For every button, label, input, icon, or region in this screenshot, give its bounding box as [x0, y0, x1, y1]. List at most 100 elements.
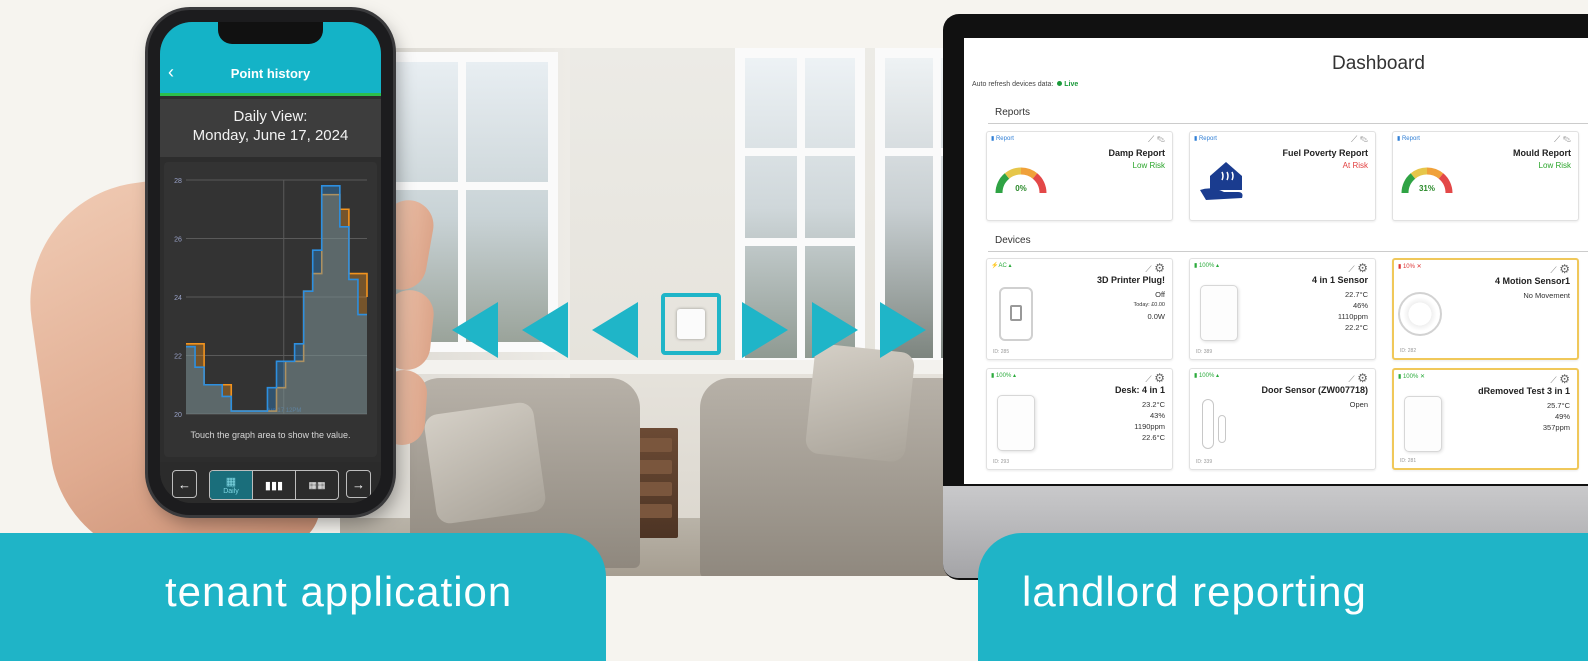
chart-settings-icons[interactable]: ⟋ ⚙: [1348, 261, 1368, 275]
landlord-banner-label: landlord reporting: [1022, 568, 1367, 615]
report-status: At Risk: [1342, 161, 1368, 170]
report-status: Low Risk: [1132, 161, 1165, 170]
gear-icon: ⚙: [1357, 261, 1368, 275]
live-label: Live: [1064, 81, 1079, 88]
device-readings: 23.2°C 43% 1190ppm 22.6°C: [1134, 400, 1165, 442]
daily-view-label: Daily: [223, 488, 239, 495]
chart-settings-icons[interactable]: ⟋ ⚙: [1145, 371, 1165, 385]
battery-badge: ▮ 100% ▴: [1194, 263, 1220, 269]
weekly-view-button[interactable]: ▮▮▮: [253, 471, 296, 499]
arrow-left-icon: [522, 302, 568, 358]
y-tick-label: 22: [174, 354, 182, 361]
report-card-mould[interactable]: ▮ Report ⟋ ✎ Mould Report Low Risk 31%: [1392, 131, 1579, 221]
gauge-value: 0%: [1015, 184, 1027, 193]
device-card-desk-4-in-1[interactable]: ▮ 100% ▴ ⟋ ⚙ Desk: 4 in 1 23.2°C 43% 119…: [986, 368, 1173, 470]
auto-refresh-label: Auto refresh devices data:: [972, 81, 1054, 88]
device-card-door-sensor[interactable]: ▮ 100% ▴ ⟋ ⚙ Door Sensor (ZW007718) Open…: [1189, 368, 1376, 470]
sensor-panel-image: [997, 395, 1035, 451]
report-status: Low Risk: [1538, 161, 1571, 170]
gauge-value: 31%: [1419, 184, 1435, 193]
y-tick-label: 20: [174, 412, 182, 419]
chart-settings-icons[interactable]: ⟋ ⚙: [1550, 372, 1570, 386]
gauge-icon: 0%: [995, 167, 1047, 194]
auto-refresh-status: Auto refresh devices data: Live: [972, 81, 1078, 88]
sensor-panel-image: [1404, 396, 1442, 452]
device-id: ID: 339: [1196, 459, 1213, 465]
gear-icon: ⚙: [1154, 261, 1165, 275]
report-card-damp[interactable]: ▮ Report ⟋ ✎ Damp Report Low Risk 0%: [986, 131, 1173, 221]
battery-badge: ▮ 100% ▴: [1194, 373, 1220, 379]
device-card-dremoved-test[interactable]: ▮ 100% ✕ ⟋ ⚙ dRemoved Test 3 in 1 25.7°C…: [1392, 368, 1579, 470]
monthly-view-button[interactable]: ▦▦: [296, 471, 338, 499]
cushion: [422, 400, 548, 526]
phone: ‹ Point history Daily View: Monday, June…: [148, 10, 393, 515]
door-magnet-image: [1218, 415, 1226, 443]
device-title: 4 Motion Sensor1: [1494, 276, 1570, 286]
view-date: Monday, June 17, 2024: [192, 127, 349, 144]
tenant-application-banner: tenant application: [0, 533, 606, 661]
device-readings: No Movement: [1523, 291, 1570, 300]
sensor-panel-image: [1200, 285, 1238, 341]
phone-screen: ‹ Point history Daily View: Monday, June…: [160, 22, 381, 503]
gauge-icon: 31%: [1401, 167, 1453, 194]
device-readings: Off Today: £0.00 0.0W: [1133, 290, 1166, 321]
device-id: ID: 389: [1196, 349, 1213, 355]
app-toolbar: ← ▦ Daily ▮▮▮ ▦▦ →: [160, 462, 381, 503]
live-dot-icon: [1057, 81, 1063, 86]
history-chart-svg[interactable]: 2826242220Jun 17 12PM: [164, 162, 377, 432]
device-id: ID: 282: [1400, 348, 1417, 354]
motion-sensor-image: [1398, 292, 1442, 336]
device-readings: 25.7°C 49% 357ppm: [1542, 401, 1570, 432]
arrow-left-icon: [452, 302, 498, 358]
device-card-4-in-1-sensor[interactable]: ▮ 100% ▴ ⟋ ⚙ 4 in 1 Sensor 22.7°C 46% 11…: [1189, 258, 1376, 360]
columns-icon: ▮▮▮: [264, 479, 284, 492]
device-title: dRemoved Test 3 in 1: [1478, 386, 1570, 396]
chart-settings-icons[interactable]: ⟋ ⚙: [1550, 262, 1570, 276]
dashboard-title: Dashboard: [1332, 53, 1425, 74]
section-divider: [988, 251, 1588, 252]
report-title: Mould Report: [1513, 148, 1571, 158]
next-day-button[interactable]: →: [346, 470, 371, 498]
chart-edit-icons[interactable]: ⟋ ✎: [1351, 134, 1368, 145]
arrow-left-icon: [592, 302, 638, 358]
report-title: Damp Report: [1108, 148, 1165, 158]
app-title: Point history: [230, 66, 311, 81]
device-readings: 22.7°C 46% 1110ppm 22.2°C: [1337, 290, 1368, 332]
sensor-device-icon: [677, 309, 705, 339]
section-divider: [988, 123, 1588, 124]
chart-edit-icons[interactable]: ⟋ ✎: [1554, 134, 1571, 145]
power-ac-badge: ⚡AC ▴: [991, 263, 1012, 269]
arrow-right-icon: [742, 302, 788, 358]
y-tick-label: 26: [174, 237, 182, 244]
history-chart[interactable]: 2826242220Jun 17 12PM Touch the graph ar…: [164, 162, 377, 457]
device-card-4-motion-sensor1[interactable]: ▮ 10% ✕ ⟋ ⚙ 4 Motion Sensor1 No Movement…: [1392, 258, 1579, 360]
arrow-right-icon: [812, 302, 858, 358]
smart-plug-image: [999, 287, 1033, 341]
arrow-right-icon: [880, 302, 926, 358]
house-hand-icon: [1200, 162, 1243, 200]
grid-icon: ▦▦: [308, 479, 326, 490]
y-tick-label: 24: [174, 295, 182, 302]
cushion: [804, 343, 916, 463]
dashboard-screen: Dashboard Auto refresh devices data: Liv…: [964, 38, 1588, 484]
device-title: Desk: 4 in 1: [1114, 385, 1165, 395]
view-mode-segmented-control: ▦ Daily ▮▮▮ ▦▦: [209, 470, 339, 500]
chart-settings-icons[interactable]: ⟋ ⚙: [1145, 261, 1165, 275]
gear-icon: ⚙: [1559, 262, 1570, 276]
chart-settings-icons[interactable]: ⟋ ⚙: [1348, 371, 1368, 385]
daily-view-button[interactable]: ▦ Daily: [210, 471, 253, 499]
landlord-reporting-banner: landlord reporting: [978, 533, 1588, 661]
daily-view-header: Daily View: Monday, June 17, 2024: [160, 99, 381, 157]
chart-edit-icons[interactable]: ⟋ ✎: [1148, 134, 1165, 145]
prev-day-button[interactable]: ←: [172, 470, 197, 498]
sensor-device-frame: [661, 293, 721, 355]
device-id: ID: 285: [993, 349, 1010, 355]
gear-icon: ⚙: [1357, 371, 1368, 385]
gear-icon: ⚙: [1154, 371, 1165, 385]
report-tag: ▮ Report: [1397, 136, 1420, 142]
report-card-fuel-poverty[interactable]: ▮ Report ⟋ ✎ Fuel Poverty Report At Risk: [1189, 131, 1376, 221]
devices-section-label: Devices: [995, 235, 1031, 246]
device-title: Door Sensor (ZW007718): [1261, 385, 1368, 395]
reports-section-label: Reports: [995, 107, 1031, 118]
device-card-3d-printer-plug[interactable]: ⚡AC ▴ ⟋ ⚙ 3D Printer Plug! Off Today: £0…: [986, 258, 1173, 360]
